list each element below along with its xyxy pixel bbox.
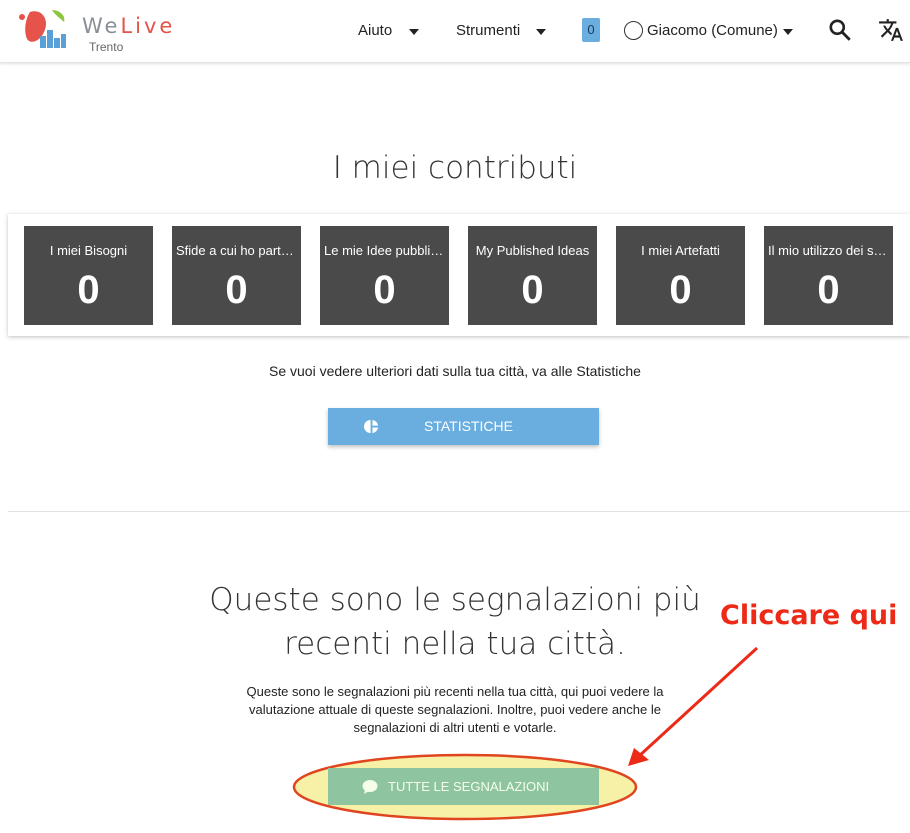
statistics-button-label: STATISTICHE	[424, 418, 513, 434]
translate-icon[interactable]	[878, 17, 904, 43]
all-reports-button-label: TUTTE LE SEGNALAZIONI	[388, 779, 550, 794]
stat-tile-challenges[interactable]: Sfide a cui ho partecipato 0	[172, 226, 301, 325]
stat-tile-artifacts[interactable]: I miei Artefatti 0	[616, 226, 745, 325]
stat-value: 0	[669, 268, 692, 312]
stat-label: Sfide a cui ho partecipato	[176, 243, 297, 258]
section-divider	[8, 511, 910, 512]
brand-name[interactable]: WeLive	[82, 14, 175, 38]
stat-label: I miei Artefatti	[641, 243, 720, 258]
caret-down-icon[interactable]	[536, 29, 546, 35]
stat-label: Le mie Idee pubblicate	[324, 243, 445, 258]
stat-value: 0	[817, 268, 840, 312]
brand-we: We	[82, 14, 121, 38]
user-circle-icon[interactable]	[624, 21, 643, 40]
welive-logo[interactable]	[16, 6, 76, 54]
contributions-card: I miei Bisogni 0 Sfide a cui ho partecip…	[8, 214, 910, 336]
annotation-label: Cliccare qui	[720, 600, 898, 631]
stat-tile-published-ideas[interactable]: My Published Ideas 0	[468, 226, 597, 325]
statistics-hint: Se vuoi vedere ulteriori dati sulla tua …	[269, 363, 641, 379]
top-navbar: WeLive Trento Aiuto Strumenti 0 Giacomo …	[0, 0, 910, 63]
notification-badge[interactable]: 0	[582, 18, 600, 42]
stat-label: Il mio utilizzo dei servizi	[768, 243, 889, 258]
stat-tile-needs[interactable]: I miei Bisogni 0	[24, 226, 153, 325]
stat-tile-ideas[interactable]: Le mie Idee pubblicate 0	[320, 226, 449, 325]
all-reports-button[interactable]: TUTTE LE SEGNALAZIONI	[328, 768, 599, 805]
brand-city: Trento	[89, 40, 124, 54]
pie-chart-icon	[364, 419, 379, 434]
stat-value: 0	[77, 268, 100, 312]
search-icon[interactable]	[827, 17, 853, 43]
caret-down-icon[interactable]	[409, 29, 419, 35]
menu-tools[interactable]: Strumenti	[456, 22, 520, 39]
chat-bubble-icon	[362, 780, 378, 794]
contributions-title: I miei contributi	[332, 150, 578, 186]
stat-value: 0	[225, 268, 248, 312]
caret-down-icon[interactable]	[783, 29, 793, 35]
user-menu[interactable]: Giacomo (Comune)	[647, 22, 778, 39]
stat-label: My Published Ideas	[475, 243, 590, 258]
stat-label: I miei Bisogni	[49, 243, 128, 258]
stat-value: 0	[521, 268, 544, 312]
menu-help[interactable]: Aiuto	[358, 22, 392, 39]
reports-description: Queste sono le segnalazioni più recenti …	[246, 684, 664, 735]
statistics-button[interactable]: STATISTICHE	[328, 408, 599, 445]
stat-value: 0	[373, 268, 396, 312]
stat-tile-services[interactable]: Il mio utilizzo dei servizi 0	[764, 226, 893, 325]
brand-live: Live	[120, 14, 176, 38]
